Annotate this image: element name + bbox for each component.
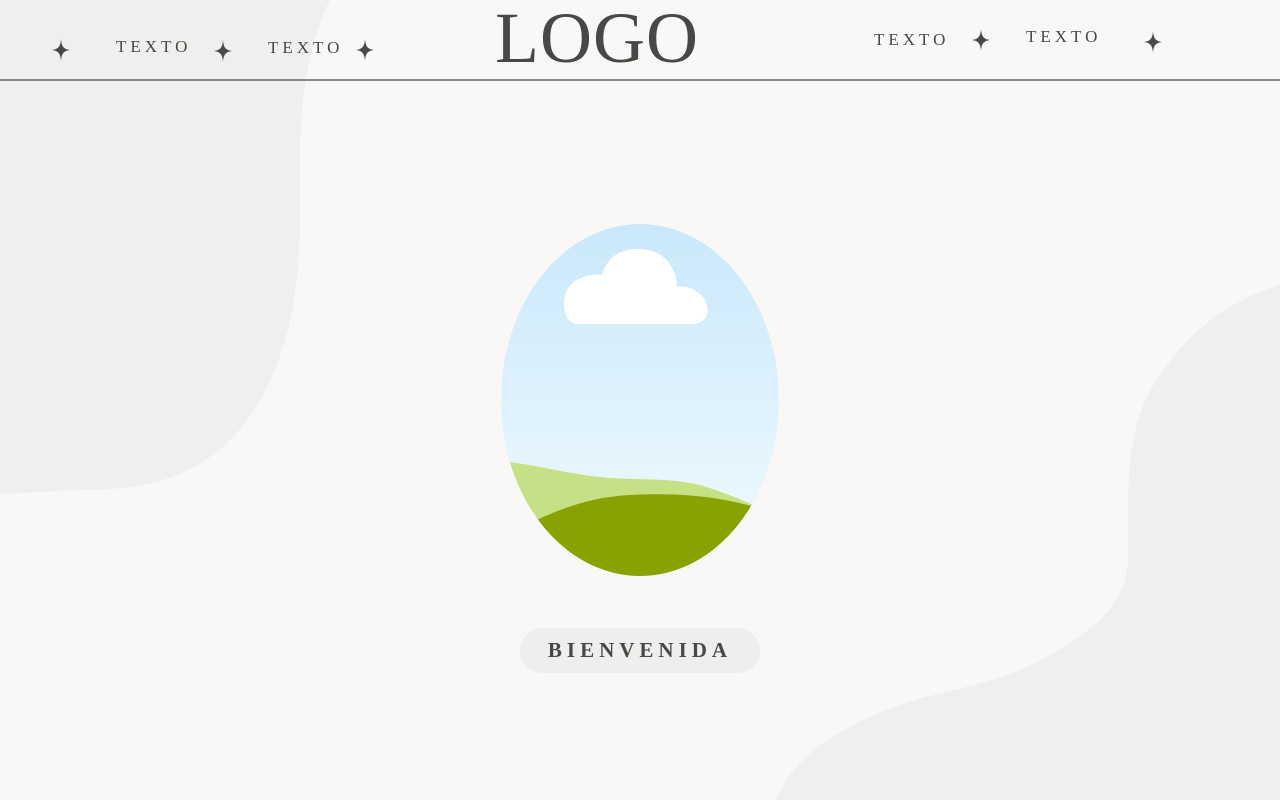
sparkle-icon <box>972 29 990 51</box>
right-blob <box>776 285 1280 800</box>
landscape-illustration <box>501 224 779 576</box>
welcome-button[interactable]: BIENVENIDA <box>520 628 760 673</box>
page: TEXTO TEXTO LOGO TEXTO TEXTO BIENVENIDA <box>0 0 1280 800</box>
sparkle-icon <box>1144 31 1162 53</box>
nav-link-1[interactable]: TEXTO <box>116 37 191 57</box>
nav-link-4[interactable]: TEXTO <box>1026 27 1101 47</box>
sparkle-icon <box>52 39 70 61</box>
sparkle-icon <box>356 39 374 61</box>
sparkle-icon <box>214 40 232 62</box>
nav-link-2[interactable]: TEXTO <box>268 38 343 58</box>
logo-text: LOGO <box>495 0 699 78</box>
hero-image <box>500 223 780 577</box>
header: TEXTO TEXTO LOGO TEXTO TEXTO <box>0 0 1280 81</box>
nav-link-3[interactable]: TEXTO <box>874 30 949 50</box>
